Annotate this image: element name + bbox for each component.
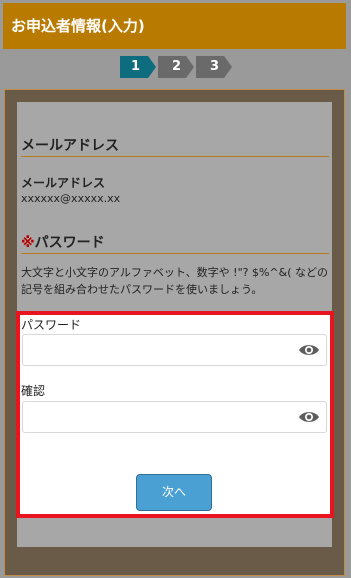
email-field-label: メールアドレス — [21, 176, 106, 190]
page-title: お申込者情報(入力) — [11, 17, 145, 35]
page-header: お申込者情報(入力) — [3, 3, 346, 49]
next-button[interactable]: 次へ — [136, 474, 212, 511]
password-label: パスワード — [21, 318, 82, 332]
eye-icon[interactable] — [298, 343, 320, 357]
confirm-label: 確認 — [21, 384, 46, 398]
required-mark: ※ — [21, 235, 35, 251]
password-section-title: ※パスワード — [21, 232, 105, 252]
eye-icon[interactable] — [298, 410, 320, 424]
password-section-divider — [21, 253, 329, 254]
password-section-title-text: パスワード — [34, 235, 105, 251]
password-input[interactable] — [22, 334, 327, 366]
password-description: 大文字と小文字のアルファベット、数字や !"? $%^&( などの記号を組み合わ… — [21, 266, 329, 296]
email-value: xxxxxx@xxxxx.xx — [21, 192, 121, 205]
email-section-title: メールアドレス — [21, 138, 119, 154]
step-3: 3 — [196, 56, 232, 78]
step-1-active: 1 — [120, 56, 156, 78]
step-2: 2 — [158, 56, 194, 78]
email-section-divider — [21, 156, 329, 157]
confirm-password-input[interactable] — [22, 401, 327, 433]
